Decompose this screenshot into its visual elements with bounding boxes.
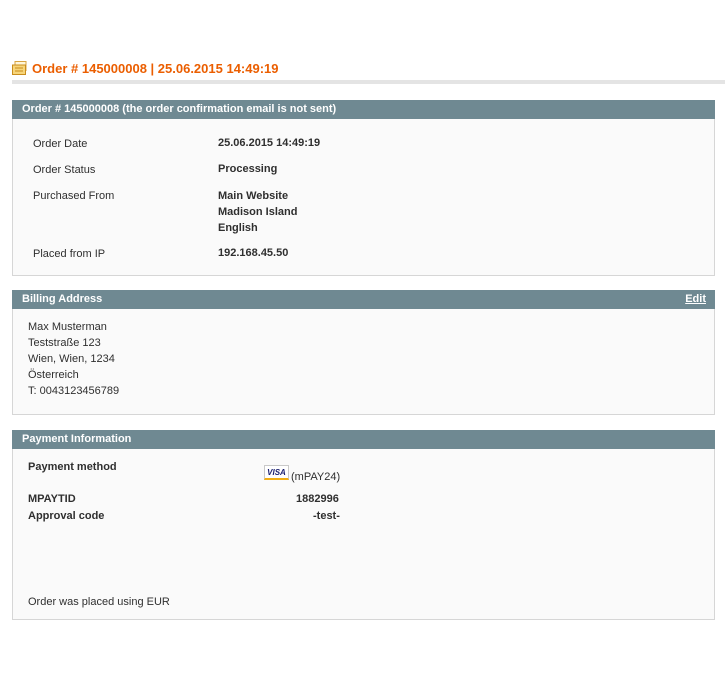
payment-method-label: Payment method <box>28 461 117 473</box>
payment-box-title: Payment Information <box>22 433 132 445</box>
billing-street: Teststraße 123 <box>28 337 101 349</box>
mpaytid-label: MPAYTID <box>28 493 76 505</box>
page-title: Order # 145000008 | 25.06.2015 14:49:19 <box>32 61 279 76</box>
order-status-label: Order Status <box>33 164 96 176</box>
payment-info-box: Payment Information Payment method VISA … <box>12 430 715 620</box>
billing-name: Max Musterman <box>28 321 107 333</box>
billing-box-title: Billing Address <box>22 293 103 305</box>
order-icon <box>12 61 27 75</box>
approval-code-value: -test- <box>313 510 340 522</box>
billing-box-header: Billing Address Edit <box>12 290 715 309</box>
order-box-header: Order # 145000008 (the order confirmatio… <box>12 100 715 119</box>
placed-from-ip-label: Placed from IP <box>33 248 106 260</box>
placed-from-ip-value: 192.168.45.50 <box>218 247 289 259</box>
visa-card-icon: VISA <box>264 465 289 480</box>
billing-city: Wien, Wien, 1234 <box>28 353 115 365</box>
store-view-name: English <box>218 222 258 234</box>
payment-method-value: (mPAY24) <box>291 471 341 483</box>
mpaytid-value: 1882996 <box>296 493 339 505</box>
order-info-box: Order # 145000008 (the order confirmatio… <box>12 100 715 276</box>
order-date-label: Order Date <box>33 138 88 150</box>
website-name: Main Website <box>218 190 289 202</box>
order-box-title: Order # 145000008 (the order confirmatio… <box>22 103 337 115</box>
purchased-from-value: Main Website Madison Island English <box>218 188 297 236</box>
page-header: Order # 145000008 | 25.06.2015 14:49:19 <box>12 60 725 84</box>
billing-telephone: T: 0043123456789 <box>28 385 120 397</box>
order-status-value: Processing <box>218 163 278 175</box>
approval-code-label: Approval code <box>28 510 105 522</box>
edit-billing-address-link[interactable]: Edit <box>685 290 706 309</box>
billing-address-box: Billing Address Edit Max Musterman Tests… <box>12 290 715 415</box>
purchased-from-label: Purchased From <box>33 190 115 202</box>
payment-box-header: Payment Information <box>12 430 715 449</box>
billing-address: Max Musterman Teststraße 123 Wien, Wien,… <box>28 319 119 399</box>
currency-note: Order was placed using EUR <box>28 596 170 608</box>
billing-country: Österreich <box>28 369 79 381</box>
store-name: Madison Island <box>218 206 298 218</box>
order-date-value: 25.06.2015 14:49:19 <box>218 137 321 149</box>
